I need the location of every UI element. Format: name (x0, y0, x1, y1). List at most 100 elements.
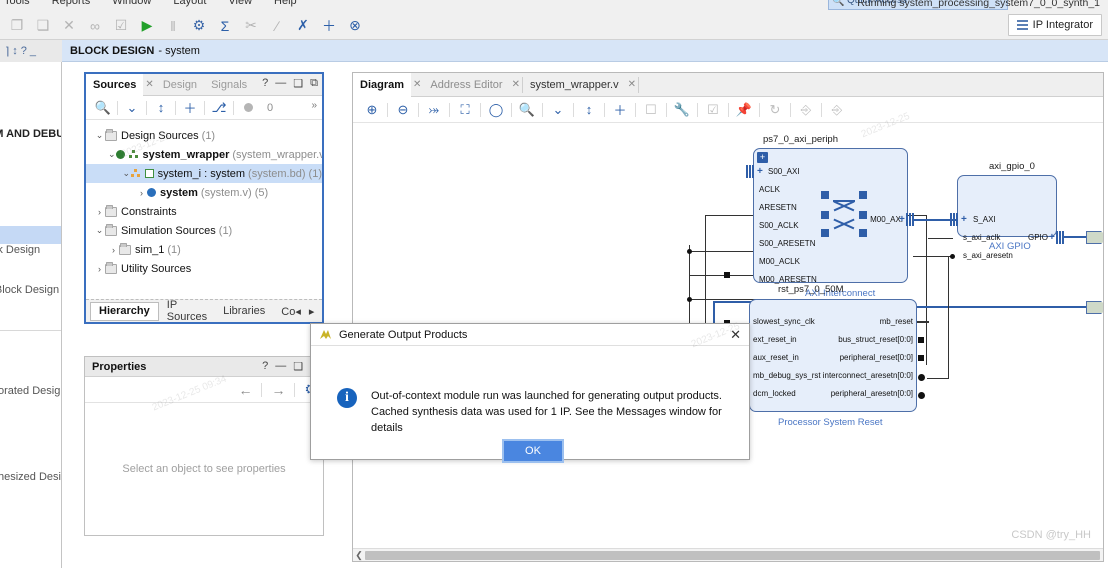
block-axi-gpio[interactable] (957, 175, 1057, 237)
collapse-all-icon[interactable]: ⌄ (121, 97, 143, 119)
external-port-lower[interactable] (1086, 301, 1103, 314)
tab-sources[interactable]: Sources (86, 73, 144, 96)
expand-all-icon[interactable]: ↕ (577, 98, 601, 122)
bus-port-s00-axi[interactable] (746, 165, 754, 178)
forward-arrow-icon[interactable]: → (271, 382, 285, 398)
close-icon[interactable]: ✕ (730, 327, 741, 343)
add-button[interactable]: ＋ (316, 14, 342, 38)
bus-port-gpio[interactable] (1056, 231, 1064, 244)
help-icon[interactable]: ? (21, 45, 27, 57)
collapse-all-icon[interactable]: ⌄ (546, 98, 570, 122)
chevron-down-icon[interactable]: ⌄ (108, 149, 116, 160)
float-icon[interactable]: ⧉ (310, 77, 318, 90)
add-sources-icon[interactable]: ＋ (179, 97, 201, 119)
external-port-gpio[interactable] (1086, 231, 1103, 244)
tree-row-utility-sources[interactable]: › Utility Sources (86, 259, 322, 278)
add-ip-icon[interactable]: ＋ (608, 98, 632, 122)
tab-libraries[interactable]: Libraries (215, 302, 273, 321)
close-icon-address-editor-tab[interactable]: ✕ (510, 79, 522, 90)
plus-icon-s-axi[interactable]: + (961, 214, 967, 225)
optimize-icon[interactable]: ⎆ (794, 98, 818, 122)
flow-nav-item-program-and-debug[interactable]: PROGRAM AND DEBUG (0, 128, 61, 144)
tree-row-system-i[interactable]: ⌄ system_i : system (system.bd) (1) (86, 164, 322, 183)
menu-item-window[interactable]: Window (112, 0, 151, 7)
plus-icon-m00-axi[interactable]: + (899, 214, 905, 225)
refresh-layout-icon[interactable]: ◯ (484, 98, 508, 122)
expand-all-icon[interactable]: ↕ (150, 97, 172, 119)
zoom-fit-icon[interactable]: ⤖ (422, 98, 446, 122)
help-icon[interactable]: ⎇ (208, 97, 230, 119)
menu-item-layout[interactable]: Layout (173, 0, 206, 7)
report-button[interactable]: ‖ (160, 14, 186, 38)
tab-design[interactable]: Design (156, 74, 204, 96)
ok-button[interactable]: OK (502, 439, 564, 463)
chevron-down-icon[interactable]: ⌄ (94, 225, 105, 236)
hierarchy-icon[interactable]: ⎆ (825, 98, 849, 122)
close-icon-sources-tab[interactable]: ✕ (143, 79, 155, 90)
find-button[interactable]: ∞ (82, 14, 108, 38)
expand-plus-icon[interactable]: + (757, 152, 768, 163)
tab-system-wrapper-v[interactable]: system_wrapper.v (523, 73, 626, 97)
scissors-button[interactable]: ✗ (290, 14, 316, 38)
help-icon[interactable]: ? (262, 77, 268, 90)
delete-button[interactable]: ✕ (56, 14, 82, 38)
close-icon-diagram-tab[interactable]: ✕ (411, 79, 423, 90)
chevron-right-icon[interactable]: › (136, 188, 147, 198)
scrollbar-thumb[interactable] (365, 550, 1100, 560)
collapse-icon[interactable]: ⌉ (5, 45, 9, 58)
tab-ip-sources[interactable]: IP Sources (159, 299, 215, 323)
menu-item-tools[interactable]: Tools (4, 0, 30, 7)
help-icon[interactable]: ? (262, 360, 268, 373)
tree-row-system-wrapper[interactable]: ⌄ system_wrapper (system_wrapper.v) (1) (86, 145, 322, 164)
validate-design-icon[interactable]: 🔧 (670, 98, 694, 122)
minimize-icon[interactable]: _ (30, 45, 36, 57)
tree-row-sim-1[interactable]: › sim_1 (1) (86, 240, 322, 259)
copy-button[interactable]: ❐ (4, 14, 30, 38)
pin-icon[interactable]: 📌 (732, 98, 756, 122)
overflow-chevron-icon[interactable]: » (311, 100, 317, 111)
tab-diagram[interactable]: Diagram (353, 72, 412, 97)
menu-item-help[interactable]: Help (274, 0, 297, 7)
maximize-icon[interactable]: ❑ (293, 77, 303, 90)
checklist-button[interactable]: ☑ (108, 14, 134, 38)
plus-icon-gpio[interactable]: + (1049, 232, 1055, 243)
tree-row-constraints[interactable]: › Constraints (86, 202, 322, 221)
zoom-out-icon[interactable]: ⊖ (391, 98, 415, 122)
cancel-button[interactable]: ⊗ (342, 14, 368, 38)
tab-hierarchy[interactable]: Hierarchy (90, 301, 159, 321)
rubber-band-icon[interactable]: ☐ (639, 98, 663, 122)
scroll-left-icon[interactable]: ❮ (353, 550, 365, 561)
horizontal-scrollbar[interactable]: ❮ (353, 548, 1103, 561)
zoom-selection-icon[interactable]: ⛶ (453, 98, 477, 122)
chevron-right-icon[interactable]: › (108, 245, 119, 255)
tab-address-editor[interactable]: Address Editor (423, 73, 509, 97)
settings-gear-button[interactable]: ⚙ (186, 14, 212, 38)
bus-port-m00-axi[interactable] (906, 213, 914, 226)
back-arrow-icon[interactable]: ← (238, 382, 252, 398)
flow-nav-item-generate-block-design[interactable]: Generate Block Design (0, 284, 61, 300)
tab-compile-order[interactable]: Co◂ (273, 302, 301, 321)
chevron-down-icon[interactable]: ⌄ (94, 130, 105, 141)
tabs-scroll-right-icon[interactable]: ▸ (301, 302, 323, 321)
flow-nav-item-open-elaborated-design[interactable]: Open Elaborated Design (0, 385, 61, 401)
chevron-down-icon[interactable]: ⌄ (122, 168, 131, 179)
menu-item-reports[interactable]: Reports (52, 0, 91, 7)
regenerate-layout-icon[interactable]: ↻ (763, 98, 787, 122)
search-icon[interactable]: 🔍 (92, 97, 114, 119)
edit-button[interactable]: ∕ (264, 14, 290, 38)
cut-button[interactable]: ✂ (238, 14, 264, 38)
expand-icon[interactable]: ↕ (12, 45, 18, 57)
zoom-in-icon[interactable]: ⊕ (360, 98, 384, 122)
search-icon[interactable]: 🔍 (515, 98, 539, 122)
tree-row-system[interactable]: › system (system.v) (5) (86, 183, 322, 202)
menu-item-view[interactable]: View (228, 0, 252, 7)
tree-row-simulation-sources[interactable]: ⌄ Simulation Sources (1) (86, 221, 322, 240)
run-button[interactable]: ▶ (134, 14, 160, 38)
flow-nav-item-open-block-design[interactable]: Open Block Design (0, 244, 61, 260)
close-icon-system-wrapper-tab[interactable]: ✕ (626, 79, 638, 90)
chevron-right-icon[interactable]: › (94, 207, 105, 217)
plus-icon-s00-axi[interactable]: + (757, 166, 763, 177)
minimize-icon[interactable]: — (275, 77, 286, 90)
tab-signals[interactable]: Signals (204, 74, 254, 96)
tree-row-design-sources[interactable]: ⌄ Design Sources (1) (86, 126, 322, 145)
